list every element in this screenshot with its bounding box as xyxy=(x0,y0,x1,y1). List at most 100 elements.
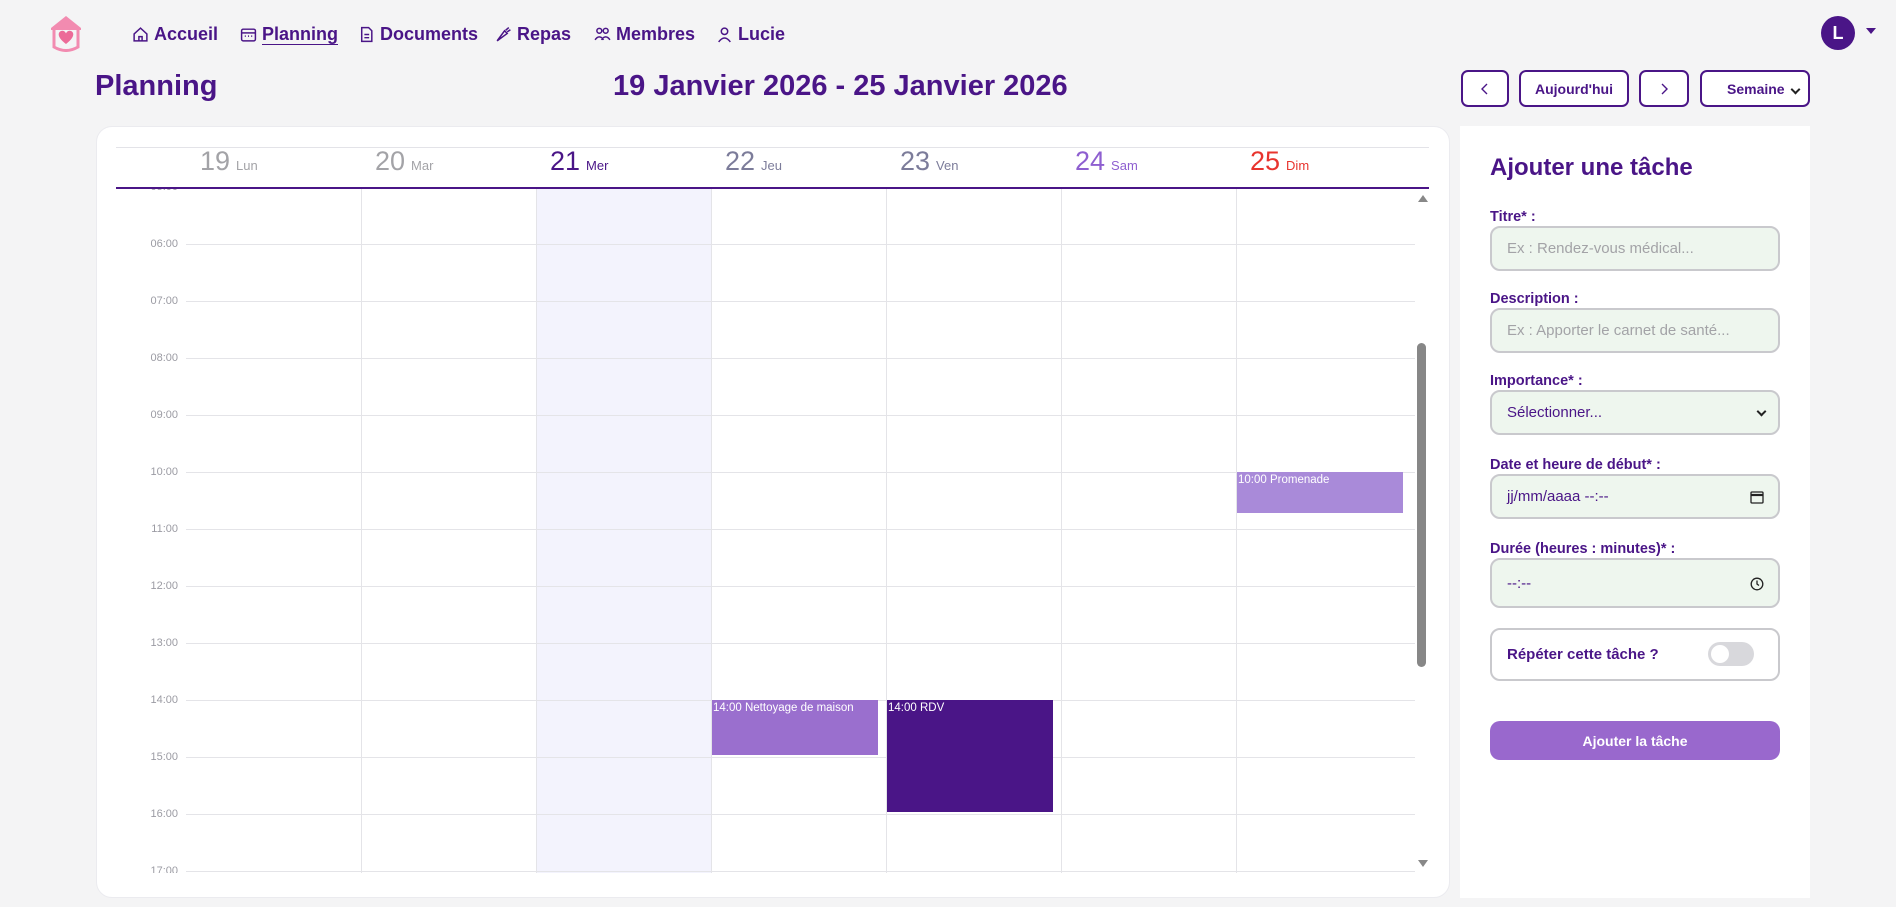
day-number: 20 xyxy=(375,146,406,176)
day-header: 19 Lun xyxy=(200,146,258,182)
hour-gridline xyxy=(186,871,1415,872)
calendar-event[interactable]: 14:00 Nettoyage de maison xyxy=(712,700,878,755)
scroll-down-arrow-icon[interactable] xyxy=(1418,860,1428,867)
day-column-divider xyxy=(1061,189,1062,873)
day-column-divider xyxy=(1236,189,1237,873)
view-select[interactable]: Semaine xyxy=(1700,70,1810,107)
nav-profile-lucie[interactable]: Lucie xyxy=(716,22,785,46)
importance-select[interactable]: Sélectionner... xyxy=(1490,390,1780,435)
day-header: 23 Ven xyxy=(900,146,958,182)
home-heart-logo-icon[interactable] xyxy=(48,14,84,52)
hour-label: 06:00 xyxy=(150,238,178,250)
hour-label: 15:00 xyxy=(150,751,178,763)
calendar-scrollbar[interactable] xyxy=(1415,189,1429,873)
hour-gridline xyxy=(186,472,1415,473)
today-button[interactable]: Aujourd'hui xyxy=(1519,70,1629,107)
calendar-icon xyxy=(240,27,257,42)
day-name: Mar xyxy=(411,158,434,173)
day-header: 21 Mer xyxy=(550,146,608,182)
chevron-right-icon xyxy=(1661,83,1668,94)
day-column-divider xyxy=(361,189,362,873)
previous-week-button[interactable] xyxy=(1461,70,1509,107)
description-input[interactable]: Ex : Apporter le carnet de santé... xyxy=(1490,308,1780,353)
hour-gridline xyxy=(186,301,1415,302)
scroll-up-arrow-icon[interactable] xyxy=(1418,195,1428,202)
user-icon xyxy=(718,26,731,42)
hour-label: 07:00 xyxy=(150,295,178,307)
avatar[interactable]: L xyxy=(1821,16,1855,50)
toggle-knob xyxy=(1711,645,1729,663)
nav-label: Accueil xyxy=(154,23,219,44)
hour-gridline xyxy=(186,358,1415,359)
repeat-task-toggle[interactable] xyxy=(1708,642,1754,666)
hour-gridline xyxy=(186,529,1415,530)
start-datetime-label: Date et heure de début* : xyxy=(1490,457,1661,473)
day-column-divider xyxy=(536,189,537,873)
nav-membres[interactable]: Membres xyxy=(594,22,695,46)
chevron-down-icon[interactable] xyxy=(1866,28,1876,34)
nav-label: Lucie xyxy=(738,23,786,44)
day-name: Sam xyxy=(1111,158,1138,173)
day-number: 19 xyxy=(200,146,231,176)
title-input[interactable]: Ex : Rendez-vous médical... xyxy=(1490,226,1780,271)
duration-label: Durée (heures : minutes)* : xyxy=(1490,541,1676,557)
day-name: Dim xyxy=(1286,158,1310,173)
title-label: Titre* : xyxy=(1490,209,1536,225)
importance-label: Importance* : xyxy=(1490,373,1583,389)
home-icon xyxy=(133,26,148,42)
calendar-event[interactable]: 14:00 RDV xyxy=(887,700,1053,812)
hour-label: 16:00 xyxy=(150,808,178,820)
hour-label: 13:00 xyxy=(150,637,178,649)
repeat-task-label: Répéter cette tâche ? xyxy=(1507,646,1659,663)
title-placeholder: Ex : Rendez-vous médical... xyxy=(1507,240,1694,257)
duration-value: --:-- xyxy=(1507,574,1532,592)
day-header: 24 Sam xyxy=(1075,146,1138,182)
hour-gridline xyxy=(186,757,1415,758)
top-navbar: Accueil Planning Documents Repas Membres… xyxy=(0,0,1896,66)
hour-label: 10:00 xyxy=(150,466,178,478)
calendar-picker-icon[interactable] xyxy=(1750,490,1764,504)
description-label: Description : xyxy=(1490,291,1579,307)
add-task-button[interactable]: Ajouter la tâche xyxy=(1490,721,1780,760)
nav-planning[interactable]: Planning xyxy=(240,22,338,46)
chevron-down-icon xyxy=(1790,84,1801,95)
hour-gridline xyxy=(186,415,1415,416)
hour-label: 11:00 xyxy=(151,523,178,535)
calendar-event[interactable]: 10:00 Promenade xyxy=(1237,472,1403,513)
day-number: 24 xyxy=(1075,146,1106,176)
nav-label: Documents xyxy=(380,23,479,44)
day-number: 21 xyxy=(550,146,581,176)
day-number: 22 xyxy=(725,146,756,176)
today-column-highlight xyxy=(536,189,711,873)
repeat-task-row: Répéter cette tâche ? xyxy=(1490,628,1780,681)
day-column-divider xyxy=(711,189,712,873)
duration-input[interactable]: --:-- xyxy=(1490,558,1780,608)
importance-value: Sélectionner... xyxy=(1507,404,1603,421)
day-header: 25 Dim xyxy=(1250,146,1309,182)
hour-label: 17:00 xyxy=(150,865,178,873)
description-placeholder: Ex : Apporter le carnet de santé... xyxy=(1507,322,1730,339)
day-header: 22 Jeu xyxy=(725,146,782,182)
week-time-grid[interactable]: 05:00 06:00 07:00 08:00 09:00 10:00 11:00 12:00… xyxy=(116,189,1415,873)
scroll-thumb[interactable] xyxy=(1417,343,1426,667)
hour-label: 12:00 xyxy=(150,580,178,592)
day-header: 20 Mar xyxy=(375,146,433,182)
day-number: 25 xyxy=(1250,146,1281,176)
hour-gridline xyxy=(186,586,1415,587)
nav-label: Repas xyxy=(517,23,572,44)
day-name: Mer xyxy=(586,158,609,173)
next-week-button[interactable] xyxy=(1639,70,1689,107)
nav-accueil[interactable]: Accueil xyxy=(132,22,218,46)
hour-label: 05:00 xyxy=(138,189,178,193)
nav-repas[interactable]: Repas xyxy=(495,22,571,46)
hour-label: 14:00 xyxy=(150,694,178,706)
page-title: Planning xyxy=(95,70,218,102)
clock-icon[interactable] xyxy=(1750,577,1764,591)
day-number: 23 xyxy=(900,146,931,176)
start-datetime-input[interactable]: jj/mm/aaaa --:-- xyxy=(1490,474,1780,519)
day-name: Lun xyxy=(236,158,258,173)
form-title: Ajouter une tâche xyxy=(1490,154,1693,181)
nav-documents[interactable]: Documents xyxy=(358,22,478,46)
users-icon xyxy=(594,27,611,40)
day-name: Ven xyxy=(936,158,959,173)
